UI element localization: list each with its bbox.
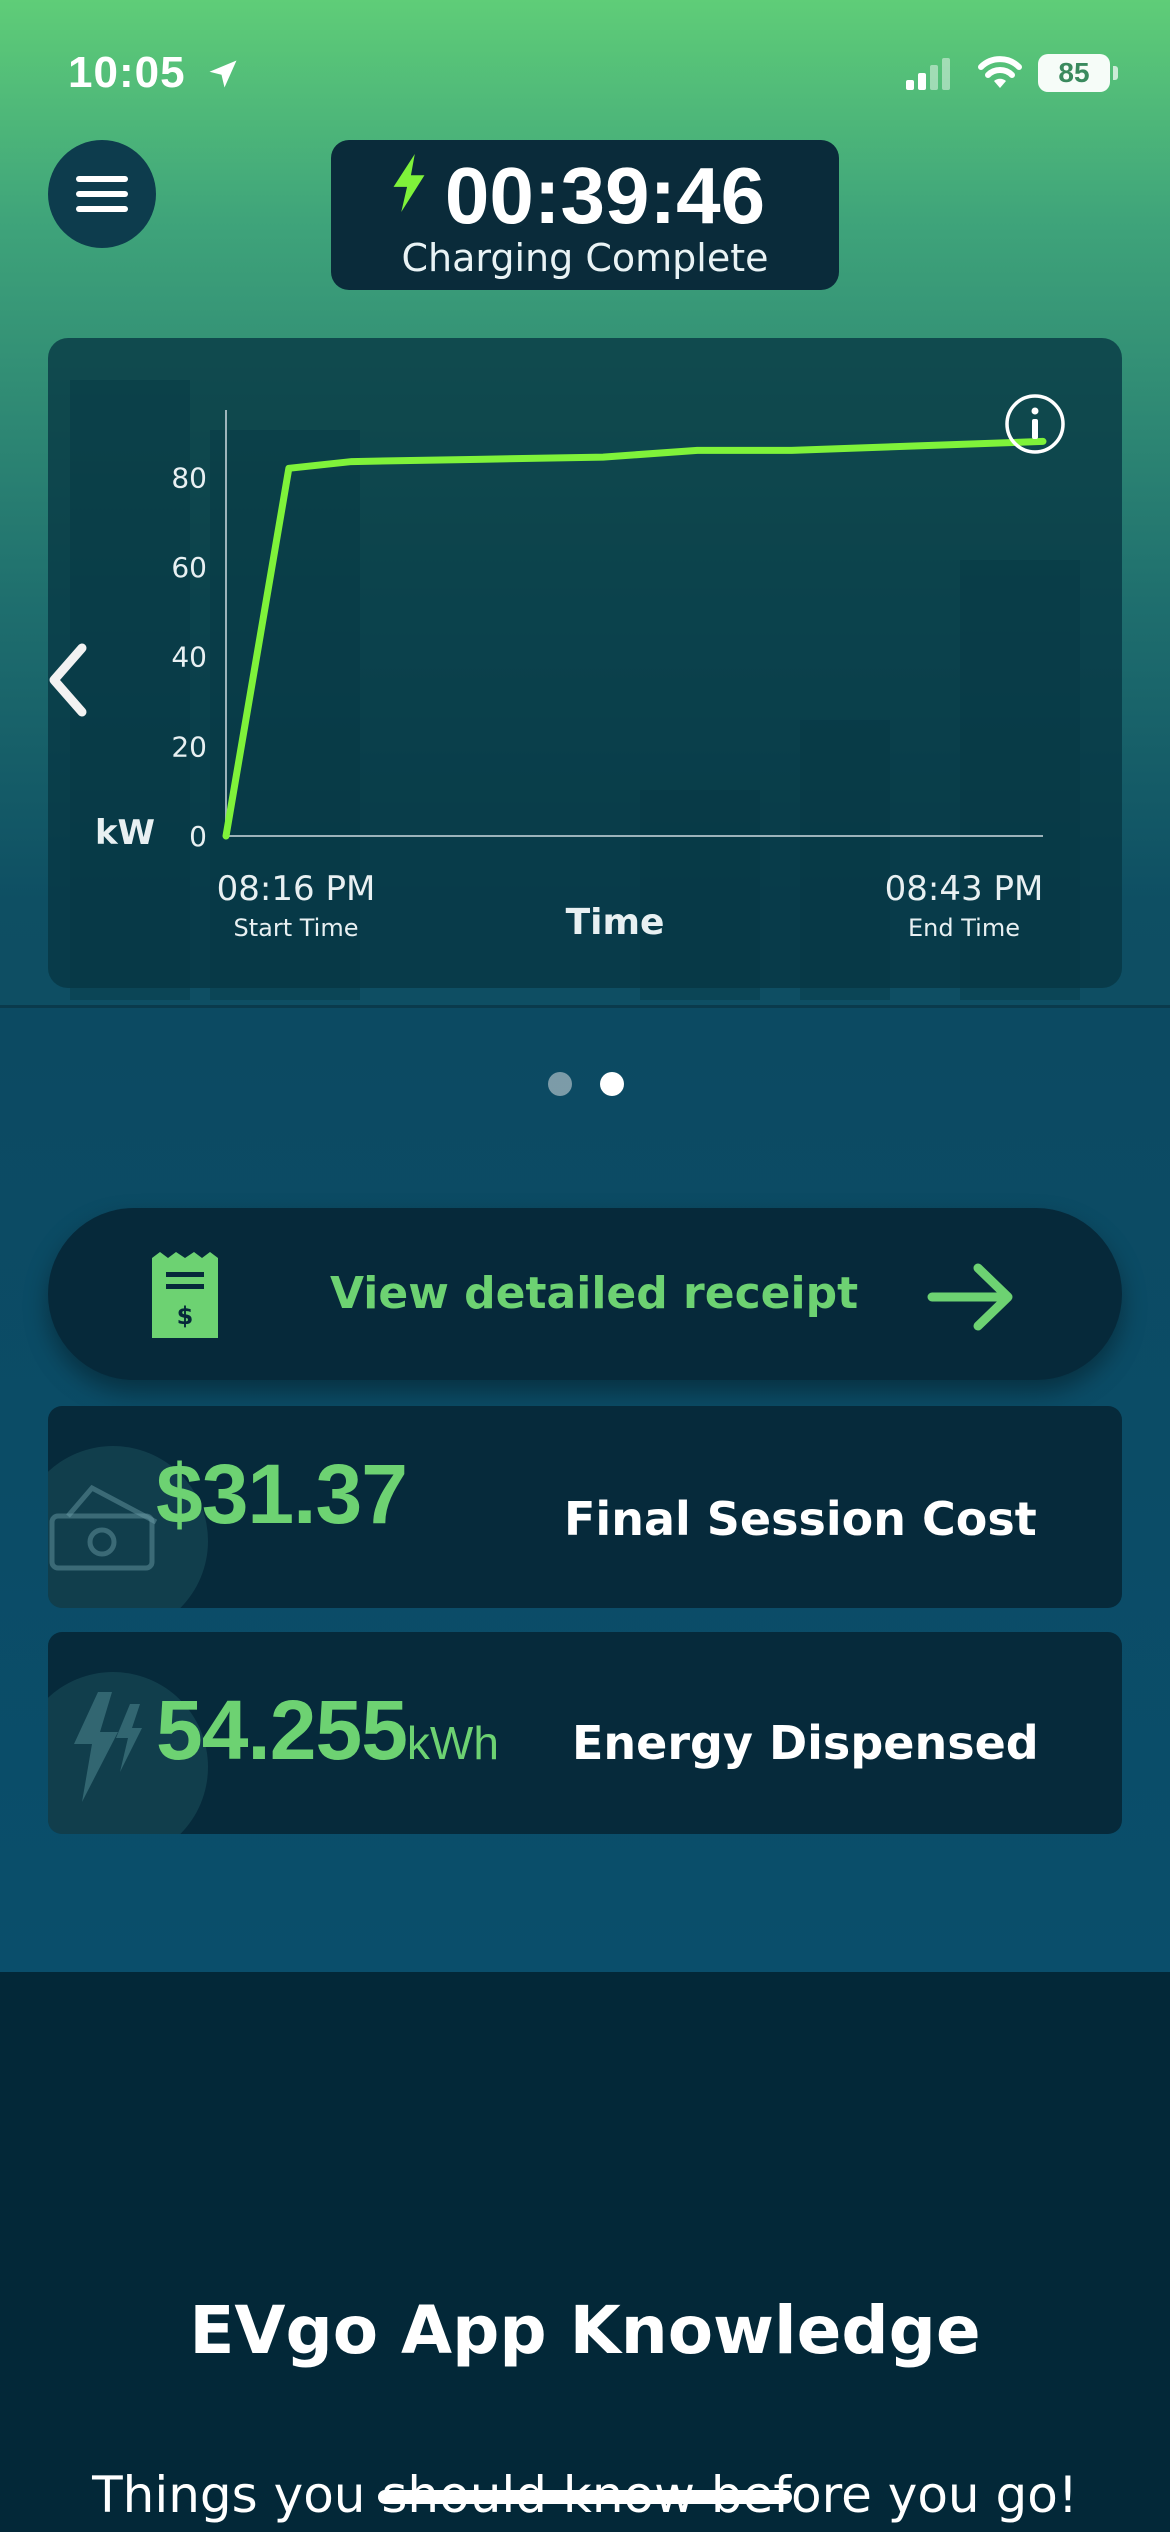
knowledge-title: EVgo App Knowledge (189, 2292, 981, 2369)
x-start-caption: Start Time (234, 914, 359, 942)
carousel-dots[interactable] (548, 1072, 628, 1102)
y-tick-label: 60 (171, 551, 207, 584)
energy-value: 54.255kWh (156, 1683, 499, 1777)
view-receipt-button[interactable]: $ View detailed receipt (48, 1208, 1122, 1380)
arrow-right-icon (927, 1263, 1013, 1331)
svg-text:$: $ (177, 1302, 194, 1330)
zap-icon (74, 1692, 142, 1802)
knowledge-section (0, 1972, 1170, 2532)
receipt-icon: $ (152, 1252, 218, 1338)
carousel-dot-active[interactable] (600, 1072, 624, 1096)
info-icon[interactable] (1003, 392, 1067, 456)
cash-icon (49, 1484, 158, 1571)
cost-label: Final Session Cost (564, 1492, 1037, 1546)
y-tick-label: 0 (189, 820, 207, 853)
session-cost-card: $31.37 Final Session Cost (48, 1406, 1122, 1608)
home-indicator[interactable] (378, 2490, 792, 2504)
carousel-dot[interactable] (548, 1072, 572, 1096)
x-end-caption: End Time (908, 914, 1020, 942)
x-start-label: 08:16 PM (217, 869, 376, 909)
energy-card: 54.255kWh Energy Dispensed (48, 1632, 1122, 1834)
receipt-label: View detailed receipt (330, 1268, 859, 1319)
x-end-label: 08:43 PM (885, 869, 1044, 909)
cost-value: $31.37 (156, 1447, 408, 1541)
chevron-left-icon[interactable] (44, 640, 94, 720)
power-series-line (222, 437, 1047, 840)
energy-label: Energy Dispensed (572, 1716, 1039, 1770)
power-chart: 0 20 40 60 80 kW 08:16 PM Start Time 08:43 PM End… (95, 410, 1047, 943)
y-unit-label: kW (95, 813, 155, 853)
energy-unit: kWh (406, 1717, 499, 1769)
x-axis-label: Time (566, 902, 665, 943)
y-tick-label: 80 (171, 461, 207, 494)
y-tick-label: 40 (171, 641, 207, 674)
y-tick-label: 20 (171, 730, 207, 763)
